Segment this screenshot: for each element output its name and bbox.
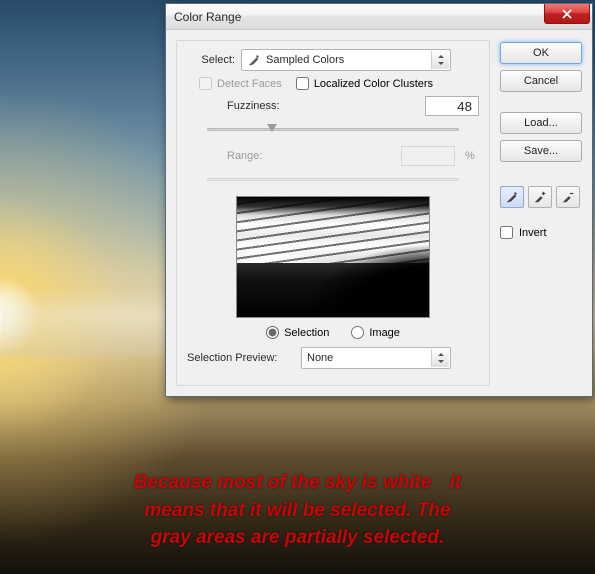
range-label: Range: — [227, 150, 391, 162]
detect-faces-input — [199, 77, 212, 90]
updown-icon — [437, 55, 445, 65]
select-value: Sampled Colors — [266, 54, 344, 66]
radio-selection-label: Selection — [284, 327, 329, 339]
fuzziness-slider[interactable] — [207, 122, 459, 138]
eyedropper-icon — [505, 190, 519, 204]
preview-mode-selection[interactable]: Selection — [266, 326, 329, 339]
dialog-left-column: Select: Sampled Colors — [176, 40, 490, 386]
dialog-titlebar[interactable]: Color Range — [166, 4, 592, 30]
invert-input[interactable] — [500, 226, 513, 239]
selection-preview-select[interactable]: None — [301, 347, 451, 369]
eyedropper-add-tool[interactable] — [528, 186, 552, 208]
close-icon — [562, 9, 572, 19]
range-slider — [207, 172, 459, 188]
range-unit: % — [465, 150, 479, 162]
localized-clusters-checkbox[interactable]: Localized Color Clusters — [296, 77, 433, 90]
fuzziness-input[interactable] — [425, 96, 479, 116]
load-label: Load... — [524, 117, 558, 129]
select-dropdown-button[interactable] — [431, 51, 449, 69]
eyedropper-icon — [247, 53, 261, 67]
radio-selection-input[interactable] — [266, 326, 279, 339]
selection-preview-value: None — [307, 352, 333, 364]
caption-line1b: it — [450, 472, 462, 493]
preview-mode-image[interactable]: Image — [351, 326, 400, 339]
invert-checkbox[interactable]: Invert — [500, 226, 582, 239]
invert-label: Invert — [519, 227, 547, 239]
close-button[interactable] — [544, 4, 590, 24]
select-dropdown-button[interactable] — [431, 349, 449, 367]
eyedropper-plus-icon — [533, 190, 547, 204]
caption-line1a: Because most of the sky is white — [134, 472, 432, 493]
fuzziness-label: Fuzziness: — [227, 100, 415, 112]
localized-clusters-input[interactable] — [296, 77, 309, 90]
annotation-caption: Because most of the sky is white it means… — [0, 469, 595, 552]
eyedropper-minus-icon — [561, 190, 575, 204]
save-label: Save... — [524, 145, 558, 157]
ok-label: OK — [533, 47, 549, 59]
range-input — [401, 146, 455, 166]
cancel-label: Cancel — [524, 75, 558, 87]
select-label: Select: — [187, 54, 235, 66]
dialog-title: Color Range — [174, 10, 241, 24]
detect-faces-checkbox: Detect Faces — [199, 77, 282, 90]
radio-image-label: Image — [369, 327, 400, 339]
radio-image-input[interactable] — [351, 326, 364, 339]
color-range-dialog: Color Range Select: Sampled Colors — [165, 3, 593, 397]
load-button[interactable]: Load... — [500, 112, 582, 134]
updown-icon — [437, 353, 445, 363]
cancel-button[interactable]: Cancel — [500, 70, 582, 92]
ok-button[interactable]: OK — [500, 42, 582, 64]
caption-line2: means that it will be selected. The — [144, 500, 450, 521]
slider-track — [207, 128, 459, 131]
eyedropper-tool[interactable] — [500, 186, 524, 208]
selection-preview-image — [236, 196, 430, 318]
select-sampled-colors[interactable]: Sampled Colors — [241, 49, 451, 71]
detect-faces-label: Detect Faces — [217, 78, 282, 90]
localized-clusters-label: Localized Color Clusters — [314, 78, 433, 90]
caption-line3: gray areas are partially selected. — [151, 527, 445, 548]
dialog-content: Select: Sampled Colors — [166, 30, 592, 396]
selection-preview-label: Selection Preview: — [187, 352, 295, 364]
eyedropper-subtract-tool[interactable] — [556, 186, 580, 208]
slider-track — [207, 178, 459, 181]
slider-thumb[interactable] — [267, 124, 277, 132]
save-button[interactable]: Save... — [500, 140, 582, 162]
dialog-right-column: OK Cancel Load... Save... Invert — [500, 40, 582, 386]
